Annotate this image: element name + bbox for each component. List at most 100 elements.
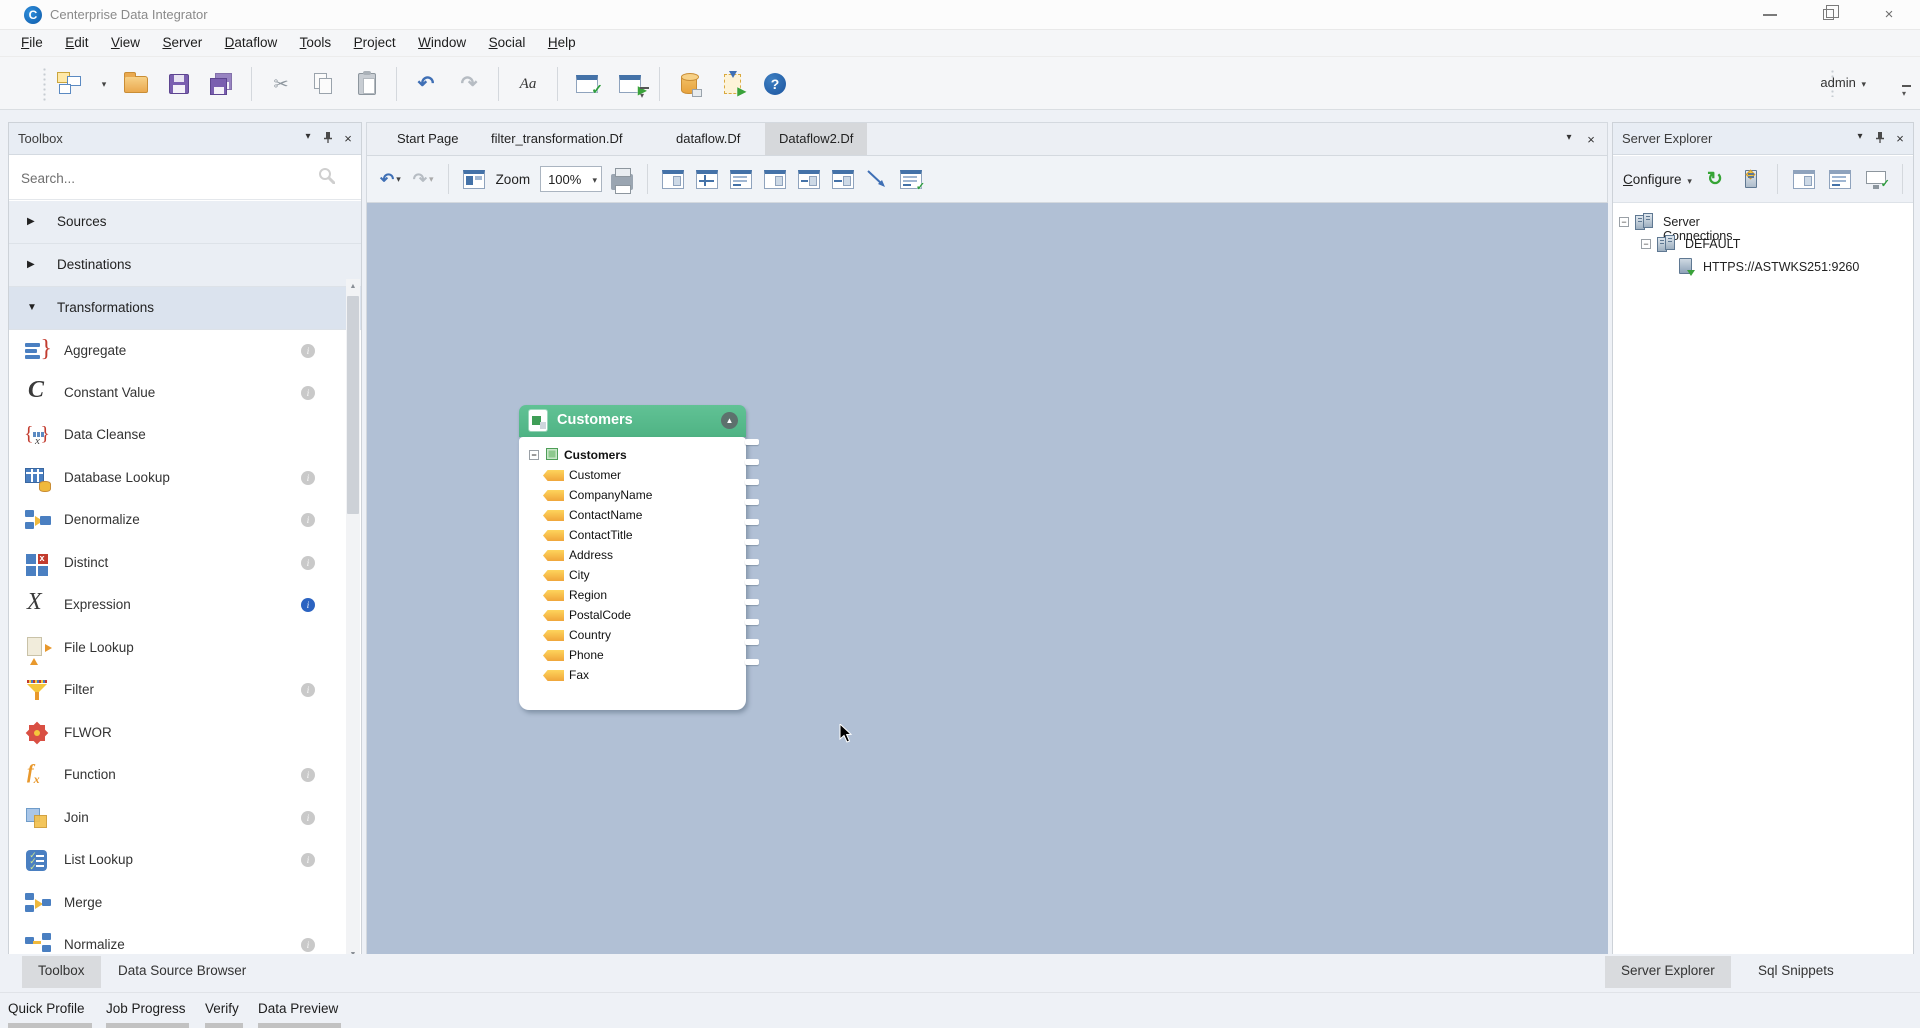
info-icon[interactable]: i bbox=[301, 683, 315, 697]
output-port[interactable] bbox=[745, 599, 759, 605]
collapse-tree-icon[interactable]: − bbox=[1619, 217, 1629, 227]
restore-button[interactable] bbox=[1806, 0, 1852, 29]
toolbox-item-distinct[interactable]: x Distinct i bbox=[9, 542, 346, 584]
toolbox-item-flwor[interactable]: FLWOR bbox=[9, 712, 346, 754]
swap-panel-button[interactable] bbox=[829, 162, 857, 196]
output-port[interactable] bbox=[745, 639, 759, 645]
output-port[interactable] bbox=[745, 519, 759, 525]
toolbar-grip[interactable] bbox=[42, 67, 47, 101]
output-port[interactable] bbox=[745, 559, 759, 565]
output-port[interactable] bbox=[745, 459, 759, 465]
info-icon[interactable]: i bbox=[301, 598, 315, 612]
menu-window[interactable]: Window bbox=[409, 30, 475, 54]
customers-source-node[interactable]: Customers ▲ − Customers Customer Company… bbox=[519, 405, 746, 710]
deploy-button[interactable]: ▶ bbox=[714, 65, 750, 103]
configure-button[interactable]: Configure ▾ bbox=[1621, 168, 1694, 191]
paste-button[interactable] bbox=[349, 65, 385, 103]
new-dropdown-button[interactable]: ▾ bbox=[95, 65, 111, 103]
cut-button[interactable]: ✂ bbox=[263, 65, 299, 103]
bottom-tab-server-explorer[interactable]: Server Explorer bbox=[1605, 956, 1731, 988]
server-monitor-button[interactable]: ✓ bbox=[1861, 163, 1891, 195]
toolbar-overflow-button[interactable]: ▾ bbox=[1902, 89, 1906, 98]
toolbar-overflow-button[interactable]: ▾ bbox=[640, 91, 644, 100]
info-icon[interactable]: i bbox=[301, 513, 315, 527]
status-tab-data-preview[interactable]: Data Preview bbox=[258, 1001, 343, 1016]
menu-project[interactable]: Project bbox=[345, 30, 405, 54]
menu-server[interactable]: Server bbox=[153, 30, 211, 54]
add-server-button[interactable] bbox=[1736, 163, 1766, 195]
pin-button[interactable] bbox=[319, 131, 337, 147]
toolbox-item-function[interactable]: fx Function i bbox=[9, 754, 346, 796]
dataflow-canvas[interactable]: Customers ▲ − Customers Customer Company… bbox=[366, 203, 1608, 966]
collapse-node-button[interactable]: ▲ bbox=[721, 412, 738, 429]
menu-help[interactable]: Help bbox=[539, 30, 585, 54]
database-tools-button[interactable] bbox=[671, 65, 707, 103]
toolbox-item-expression[interactable]: X Expression i bbox=[9, 584, 346, 626]
toolbox-scrollbar[interactable]: ▲ ▼ bbox=[346, 279, 360, 962]
toolbox-item-join[interactable]: Join i bbox=[9, 797, 346, 839]
panel-menu-button[interactable]: ▾ bbox=[1851, 131, 1869, 147]
info-icon[interactable]: i bbox=[301, 853, 315, 867]
menu-tools[interactable]: Tools bbox=[291, 30, 341, 54]
save-all-button[interactable] bbox=[204, 65, 240, 103]
toolbox-section-sources[interactable]: ▶ Sources bbox=[9, 201, 361, 244]
info-icon[interactable]: i bbox=[301, 471, 315, 485]
auto-layout-tree-button[interactable] bbox=[693, 162, 721, 196]
auto-layout-horizontal-button[interactable] bbox=[659, 162, 687, 196]
panel-menu-button[interactable]: ▾ bbox=[299, 131, 317, 147]
server-properties-button[interactable] bbox=[1789, 163, 1819, 195]
collapse-tree-icon[interactable]: − bbox=[529, 450, 539, 460]
menu-edit[interactable]: Edit bbox=[56, 30, 97, 54]
new-dataflow-button[interactable] bbox=[52, 65, 88, 103]
dock-panel-button[interactable] bbox=[795, 162, 823, 196]
toolbox-item-aggregate[interactable]: } Aggregate i bbox=[9, 330, 346, 372]
output-port[interactable] bbox=[745, 539, 759, 545]
tab-dataflow[interactable]: dataflow.Df bbox=[662, 123, 754, 155]
link-tool-button[interactable] bbox=[863, 162, 891, 196]
minimize-button[interactable] bbox=[1748, 0, 1794, 29]
output-port[interactable] bbox=[745, 659, 759, 665]
toolbox-section-transformations[interactable]: ▼ Transformations bbox=[9, 287, 361, 330]
tab-start-page[interactable]: Start Page bbox=[383, 123, 472, 155]
output-port[interactable] bbox=[745, 499, 759, 505]
save-button[interactable] bbox=[161, 65, 197, 103]
show-panel-button[interactable] bbox=[761, 162, 789, 196]
toolbox-item-denormalize[interactable]: Denormalize i bbox=[9, 499, 346, 541]
close-panel-button[interactable]: × bbox=[1891, 131, 1909, 147]
info-icon[interactable]: i bbox=[301, 386, 315, 400]
open-button[interactable] bbox=[118, 65, 154, 103]
output-port[interactable] bbox=[745, 479, 759, 485]
toolbox-item-list-lookup[interactable]: ✓✓✓ List Lookup i bbox=[9, 839, 346, 881]
info-icon[interactable]: i bbox=[301, 556, 315, 570]
status-tab-verify[interactable]: Verify bbox=[205, 1001, 245, 1016]
layout-options-button[interactable] bbox=[460, 162, 488, 196]
tab-list-dropdown-button[interactable]: ▾ bbox=[1561, 132, 1577, 143]
toolbox-item-constant-value[interactable]: C Constant Value i bbox=[9, 372, 346, 414]
search-input[interactable] bbox=[21, 166, 321, 190]
help-button[interactable]: ? bbox=[757, 65, 793, 103]
undo-button[interactable]: ↶ bbox=[408, 65, 444, 103]
canvas-redo-button[interactable]: ↷▾ bbox=[410, 162, 437, 196]
close-tab-button[interactable]: × bbox=[1583, 132, 1599, 147]
toolbox-item-data-cleanse[interactable]: { x} Data Cleanse bbox=[9, 414, 346, 456]
job-schedules-button[interactable] bbox=[1825, 163, 1855, 195]
admin-menu-button[interactable]: admin ▾ bbox=[1814, 71, 1872, 94]
menu-dataflow[interactable]: Dataflow bbox=[216, 30, 287, 54]
bottom-tab-sql-snippets[interactable]: Sql Snippets bbox=[1742, 956, 1850, 988]
info-icon[interactable]: i bbox=[301, 811, 315, 825]
zoom-combo[interactable]: 100% ▾ bbox=[540, 166, 602, 192]
verify-dataflow-button[interactable]: ✓ bbox=[569, 65, 605, 103]
data-preview-button[interactable]: ✓ bbox=[897, 162, 925, 196]
font-button[interactable]: Aa bbox=[510, 65, 546, 103]
menu-view[interactable]: View bbox=[102, 30, 149, 54]
expand-collapse-all-button[interactable] bbox=[727, 162, 755, 196]
refresh-button[interactable]: ↻ bbox=[1700, 163, 1730, 195]
scrollbar-thumb[interactable] bbox=[347, 296, 359, 514]
scroll-up-icon[interactable]: ▲ bbox=[346, 279, 360, 294]
output-port[interactable] bbox=[745, 619, 759, 625]
close-button[interactable]: × bbox=[1866, 0, 1912, 29]
tab-filter-transformation[interactable]: filter_transformation.Df bbox=[477, 123, 637, 155]
bottom-tab-data-source-browser[interactable]: Data Source Browser bbox=[102, 956, 262, 988]
pin-button[interactable] bbox=[1871, 131, 1889, 147]
toolbox-item-file-lookup[interactable]: File Lookup bbox=[9, 627, 346, 669]
